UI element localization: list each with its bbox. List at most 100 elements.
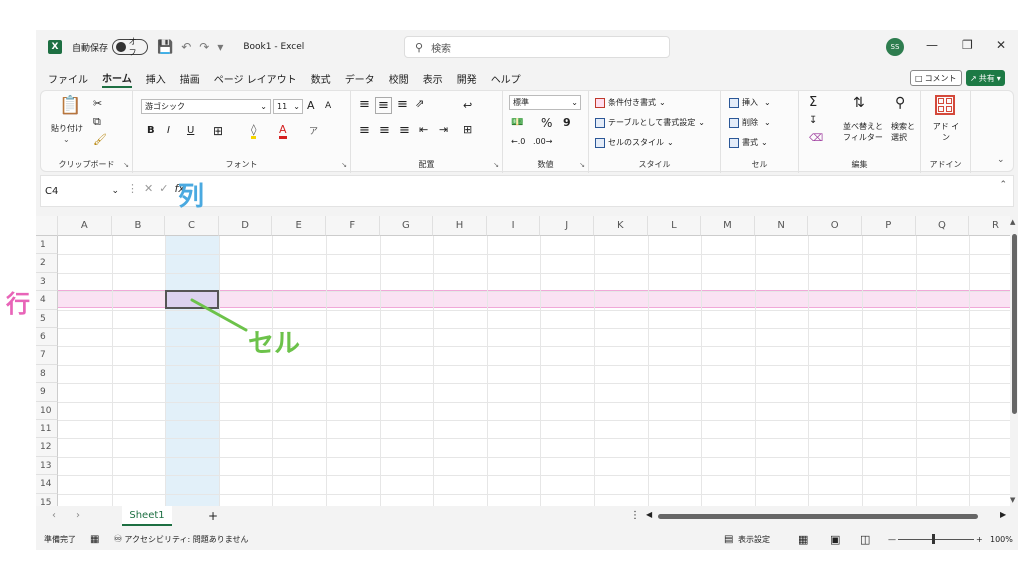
autosave-toggle[interactable]: オフ [112,37,149,57]
tab-review[interactable]: 校閲 [389,68,409,88]
scroll-up-icon[interactable]: ▲ [1010,218,1015,226]
autosum-button[interactable]: Σ [809,95,817,110]
sort-filter-icon[interactable]: ⇅ [853,95,865,111]
row-header-6[interactable]: 6 [36,328,58,347]
macro-record-icon[interactable]: ▦ [90,534,99,545]
row-header-7[interactable]: 7 [36,346,58,365]
italic-button[interactable]: I [167,125,170,136]
delete-cells-button[interactable]: 削除 ⌄ [729,117,771,128]
increase-indent-icon[interactable]: ⇥ [439,123,448,136]
font-size-select[interactable]: 11 ⌄ [273,99,303,114]
paste-dropdown-icon[interactable]: ⌄ [63,135,70,144]
row-header-2[interactable]: 2 [36,254,58,273]
column-header-i[interactable]: I [486,216,541,236]
row-header-3[interactable]: 3 [36,272,58,292]
insert-cells-button[interactable]: 挿入 ⌄ [729,97,771,108]
page-layout-view-icon[interactable]: ▣ [830,533,840,546]
vertical-scroll-thumb[interactable] [1012,234,1017,414]
tab-page-layout[interactable]: ページ レイアウト [214,68,297,88]
normal-view-icon[interactable]: ▦ [798,533,808,546]
row-header-14[interactable]: 14 [36,475,58,494]
row-header-13[interactable]: 13 [36,456,58,476]
row-header-1[interactable]: 1 [36,236,58,255]
font-color-icon[interactable]: A [279,123,287,139]
more-options-icon[interactable]: ⋮ [630,510,640,521]
comment-button[interactable]: □ コメント [910,70,962,86]
tab-view[interactable]: 表示 [423,68,443,88]
grow-font-button[interactable]: A [307,99,315,112]
row-header-15[interactable]: 15 [36,493,58,506]
redo-icon[interactable]: ↷ [199,40,209,54]
zoom-in-icon[interactable]: + [976,535,983,544]
customize-quick-access-icon[interactable]: ▾ [217,40,223,54]
conditional-format-button[interactable]: 条件付き書式 ⌄ [595,97,666,108]
align-left-icon[interactable]: ≡ [359,123,370,138]
borders-icon[interactable]: ⊞ [213,124,223,138]
share-button[interactable]: ↗ 共有 ▾ [966,70,1005,86]
comma-button[interactable]: 9 [563,116,571,129]
fill-color-icon[interactable]: ◊ [251,123,257,139]
align-center-icon[interactable]: ≡ [379,123,390,138]
orientation-icon[interactable]: ⇗ [415,97,424,110]
tab-data[interactable]: データ [345,68,375,88]
column-header-p[interactable]: P [862,216,916,236]
format-as-table-button[interactable]: テーブルとして書式設定 ⌄ [595,117,705,128]
tab-file[interactable]: ファイル [48,68,88,88]
wrap-text-icon[interactable]: ↩ [463,99,472,112]
column-header-k[interactable]: K [594,216,648,236]
worksheet-grid[interactable]: ABCDEFGHIJKLMNOPQR 1 2 3 4 5 6 7 8 9 10 11 12 13 14 15 [36,216,1010,506]
restore-icon[interactable]: ❐ [962,38,973,52]
column-header-j[interactable]: J [540,216,594,236]
column-header-b[interactable]: B [111,216,166,236]
zoom-out-icon[interactable]: — [888,535,896,544]
cancel-icon[interactable]: ✕ [144,182,153,195]
paste-button[interactable]: 貼り付け [51,123,83,134]
close-icon[interactable]: ✕ [996,38,1006,52]
column-header-h[interactable]: H [433,216,487,236]
dialog-launcher-icon[interactable]: ↘ [123,161,129,169]
prev-sheet-icon[interactable]: ‹ [52,510,56,521]
fill-icon[interactable]: ↧ [809,115,817,126]
scroll-right-icon[interactable]: ▶ [1000,510,1006,519]
paste-icon[interactable]: 📋 [59,95,81,116]
sheet-tab-sheet1[interactable]: Sheet1 [122,506,172,526]
add-sheet-button[interactable]: + [208,509,218,523]
copy-icon[interactable]: ⧉ [93,115,101,129]
decrease-indent-icon[interactable]: ⇤ [419,123,428,136]
row-header-10[interactable]: 10 [36,401,58,420]
accessibility-icon[interactable]: ♾ [113,534,122,545]
expand-formula-bar-icon[interactable]: ⌃ [999,180,1007,190]
font-name-select[interactable]: 游ゴシック ⌄ [141,99,271,114]
align-middle-icon[interactable]: ≡ [375,97,392,114]
row-header-12[interactable]: 12 [36,438,58,457]
dialog-launcher-icon[interactable]: ↘ [579,161,585,169]
find-select-button[interactable]: 検索と 選択 [891,121,921,143]
decrease-decimal-icon[interactable]: .00→ [533,137,552,146]
sort-filter-button[interactable]: 並べ替えと フィルター [843,121,891,143]
search-box[interactable]: ⚲ 検索 [404,36,670,58]
next-sheet-icon[interactable]: › [76,510,80,521]
shrink-font-button[interactable]: A [325,101,331,111]
tab-developer[interactable]: 開発 [457,68,477,88]
tab-formulas[interactable]: 数式 [311,68,331,88]
column-header-l[interactable]: L [647,216,702,236]
row-header-4[interactable]: 4 [36,291,58,310]
cell-styles-button[interactable]: セルのスタイル ⌄ [595,137,674,148]
column-header-a[interactable]: A [58,216,112,236]
tab-insert[interactable]: 挿入 [146,68,166,88]
avatar[interactable]: SS [886,38,904,56]
dialog-launcher-icon[interactable]: ↘ [493,161,499,169]
minimize-icon[interactable]: — [926,38,938,52]
select-all-corner[interactable] [36,216,58,236]
addins-button[interactable]: アド イン [929,121,963,143]
align-bottom-icon[interactable]: ≡ [397,97,408,112]
format-cells-button[interactable]: 書式 ⌄ [729,137,768,148]
format-painter-icon[interactable]: 🖌 [93,133,107,146]
enter-icon[interactable]: ✓ [159,182,168,195]
tab-home[interactable]: ホーム [102,68,132,88]
display-settings-icon[interactable]: ▤ [724,534,733,545]
number-format-select[interactable]: 標準 ⌄ [509,95,581,110]
clear-icon[interactable]: ⌫ [809,133,823,144]
horizontal-scroll-thumb[interactable] [658,514,978,519]
increase-decimal-icon[interactable]: ←.0 [511,137,525,146]
